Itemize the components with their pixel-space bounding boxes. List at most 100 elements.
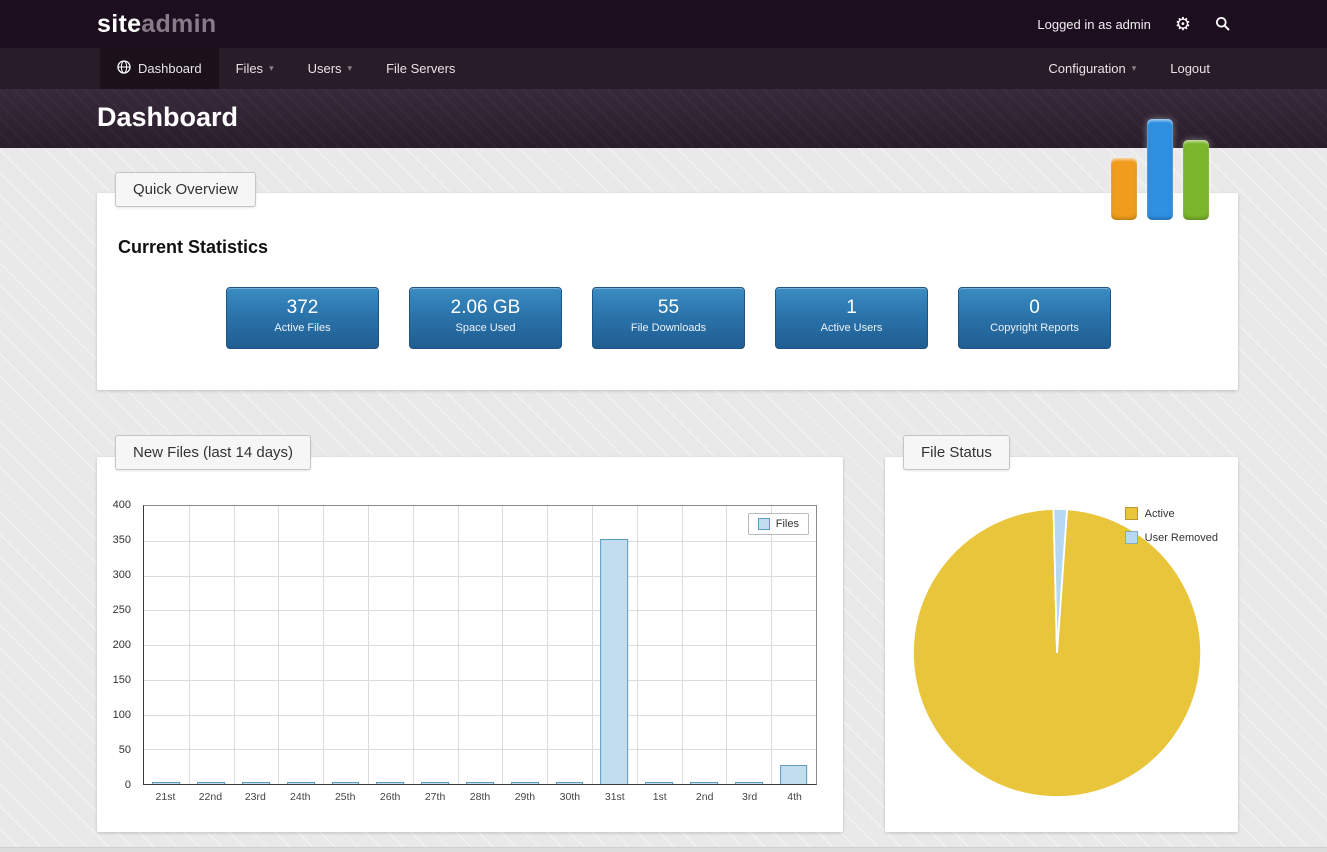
gridline-horizontal: [144, 576, 816, 577]
stat-active-files: 372 Active Files: [226, 287, 379, 349]
bar: [735, 782, 763, 784]
nav-item-file-servers[interactable]: File Servers: [369, 48, 472, 89]
stat-active-users: 1 Active Users: [775, 287, 928, 349]
gridline-vertical: [682, 506, 683, 784]
bar: [377, 782, 405, 784]
chevron-down-icon: ▾: [269, 63, 274, 74]
nav-label: Users: [308, 61, 342, 76]
page: siteadmin Logged in as admin ⚙ Dashboard…: [0, 0, 1327, 852]
stat-label: Active Users: [776, 322, 927, 334]
gridline-horizontal: [144, 610, 816, 611]
nav-label: Dashboard: [138, 61, 202, 76]
tab-file-status[interactable]: File Status: [903, 435, 1010, 470]
nav-item-users[interactable]: Users ▾: [291, 48, 369, 89]
gridline-horizontal: [144, 680, 816, 681]
gear-icon[interactable]: ⚙: [1175, 15, 1191, 33]
gridline-vertical: [368, 506, 369, 784]
x-tick-label: 26th: [380, 791, 400, 803]
x-tick-label: 24th: [290, 791, 310, 803]
gridline-vertical: [458, 506, 459, 784]
nav-item-configuration[interactable]: Configuration ▾: [1031, 48, 1153, 89]
legend-label: Active: [1145, 508, 1175, 520]
chevron-down-icon: ▾: [1132, 63, 1137, 74]
x-tick-label: 1st: [653, 791, 667, 803]
nav-item-files[interactable]: Files ▾: [219, 48, 291, 89]
bar: [511, 782, 539, 784]
y-tick-label: 250: [97, 604, 131, 616]
gridline-vertical: [413, 506, 414, 784]
gear-glyph: ⚙: [1175, 15, 1191, 33]
search-icon[interactable]: [1215, 16, 1231, 32]
gridline-vertical: [234, 506, 235, 784]
y-tick-label: 200: [97, 639, 131, 651]
stat-value: 372: [227, 297, 378, 319]
y-tick-label: 400: [97, 499, 131, 511]
nav-right: Configuration ▾ Logout: [1031, 48, 1227, 89]
x-tick-label: 27th: [425, 791, 445, 803]
x-tick-label: 21st: [156, 791, 176, 803]
nav-left: Dashboard Files ▾ Users ▾ File Servers: [100, 48, 472, 89]
stat-label: Active Files: [227, 322, 378, 334]
globe-icon: [117, 60, 131, 77]
gridline-vertical: [323, 506, 324, 784]
y-tick-label: 150: [97, 674, 131, 686]
gridline-vertical: [637, 506, 638, 784]
bar: [601, 539, 629, 784]
file-status-card: Active User Removed: [885, 457, 1238, 832]
y-tick-label: 100: [97, 709, 131, 721]
stat-file-downloads: 55 File Downloads: [592, 287, 745, 349]
tab-new-files[interactable]: New Files (last 14 days): [115, 435, 311, 470]
legend-item: User Removed: [1125, 531, 1218, 544]
nav-label: Logout: [1170, 61, 1210, 76]
stat-space-used: 2.06 GB Space Used: [409, 287, 562, 349]
y-tick-label: 0: [97, 779, 131, 791]
logo-site: site: [97, 10, 141, 38]
gridline-horizontal: [144, 715, 816, 716]
bar: [556, 782, 584, 784]
bar: [780, 765, 808, 784]
x-tick-label: 4th: [787, 791, 802, 803]
files-chart-plot: Files: [143, 505, 817, 785]
gridline-vertical: [771, 506, 772, 784]
stat-value: 55: [593, 297, 744, 319]
logo-admin: admin: [141, 10, 216, 38]
stat-value: 1: [776, 297, 927, 319]
y-tick-label: 50: [97, 744, 131, 756]
nav-item-dashboard[interactable]: Dashboard: [100, 48, 219, 89]
gridline-vertical: [592, 506, 593, 784]
legend-item: Active: [1125, 507, 1218, 520]
legend-swatch: [1125, 507, 1138, 520]
bar: [153, 782, 181, 784]
footer-divider: [0, 847, 1327, 852]
navbar: Dashboard Files ▾ Users ▾ File Servers C…: [0, 48, 1327, 89]
stat-value: 0: [959, 297, 1110, 319]
logo: siteadmin: [97, 10, 216, 39]
chevron-down-icon: ▾: [348, 63, 353, 74]
bar: [287, 782, 315, 784]
new-files-chart-card: 050100150200250300350400 Files 21st22nd2…: [97, 457, 843, 832]
nav-label: File Servers: [386, 61, 455, 76]
bar: [242, 782, 270, 784]
stat-label: Space Used: [410, 322, 561, 334]
y-tick-label: 300: [97, 569, 131, 581]
gridline-vertical: [189, 506, 190, 784]
gridline-vertical: [547, 506, 548, 784]
gridline-horizontal: [144, 645, 816, 646]
x-tick-label: 29th: [515, 791, 535, 803]
logo-bar: [1147, 119, 1173, 220]
gridline-horizontal: [144, 541, 816, 542]
tab-quick-overview[interactable]: Quick Overview: [115, 172, 256, 207]
logged-in-text: Logged in as admin: [1037, 17, 1150, 32]
bar: [421, 782, 449, 784]
bar-chart-icon: [1102, 114, 1218, 228]
legend-swatch: [758, 518, 770, 530]
bar: [197, 782, 225, 784]
x-tick-label: 25th: [335, 791, 355, 803]
bar: [332, 782, 360, 784]
nav-label: Files: [236, 61, 263, 76]
y-axis-labels: 050100150200250300350400: [97, 505, 135, 785]
nav-item-logout[interactable]: Logout: [1153, 48, 1227, 89]
stat-label: File Downloads: [593, 322, 744, 334]
gridline-vertical: [726, 506, 727, 784]
stat-value: 2.06 GB: [410, 297, 561, 319]
